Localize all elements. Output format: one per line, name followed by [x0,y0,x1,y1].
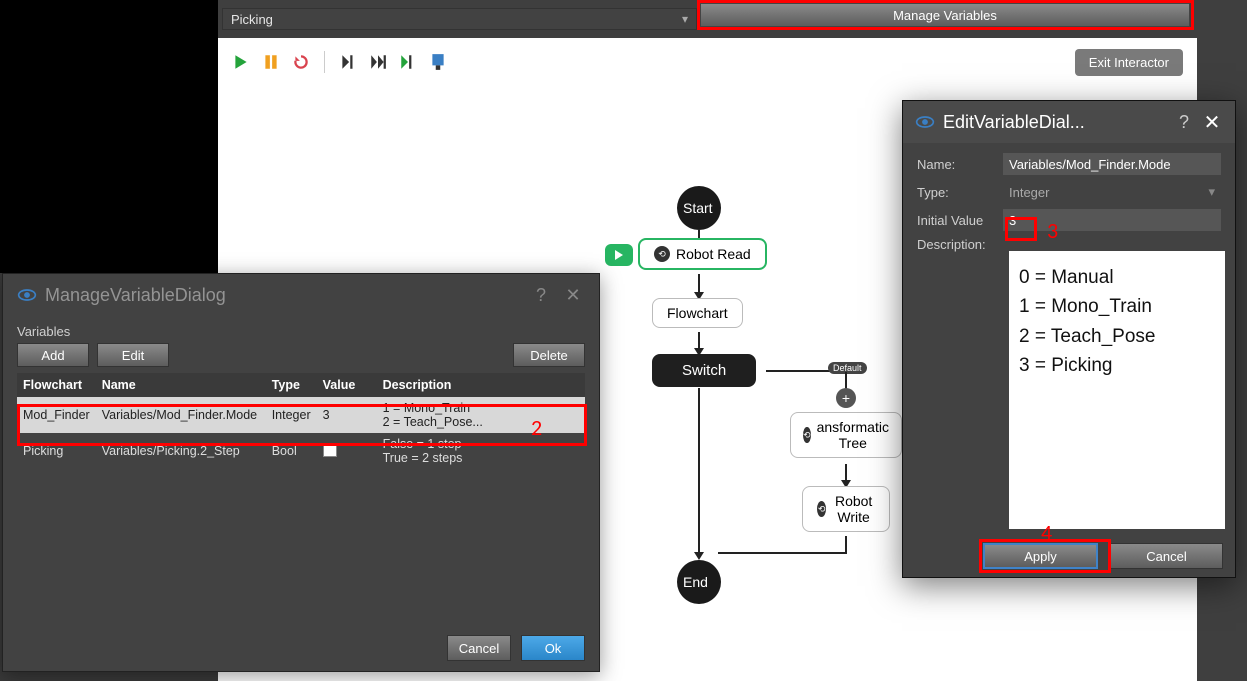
pause-icon[interactable] [262,53,280,71]
step-play-icon[interactable] [399,53,417,71]
flow-connector [698,388,700,554]
description-textarea[interactable]: 0 = Manual 1 = Mono_Train 2 = Teach_Pose… [1009,251,1225,529]
edit-button[interactable]: Edit [97,343,169,367]
flow-start-node[interactable]: Start [677,186,721,230]
close-icon[interactable]: ✕ [1201,110,1223,135]
edit-variable-dialog: EditVariableDial... ? ✕ Name: Variables/… [902,100,1236,578]
flow-connector [698,274,700,294]
manage-variable-dialog: ManageVariableDialog ? ✕ Variables Add E… [2,273,600,672]
flowchart-select-value: Picking [231,12,273,27]
restart-icon[interactable] [292,53,310,71]
dialog-titlebar[interactable]: EditVariableDial... ? ✕ [903,101,1235,143]
table-row[interactable]: Picking Variables/Picking.2_Step Bool Fa… [17,433,585,469]
current-step-icon [605,244,633,266]
apply-button[interactable]: Apply [983,543,1098,569]
node-icon: ⟲ [654,246,670,262]
dialog-body: Variables Add Edit Delete Flowchart Name… [3,316,599,469]
initial-value-label: Initial Value [917,213,1003,228]
flow-end-node[interactable]: End [677,560,721,604]
toolbar: Exit Interactor [218,38,1197,86]
help-icon[interactable]: ? [1175,112,1193,133]
col-flowchart[interactable]: Flowchart [17,373,96,397]
app-icon [17,285,37,305]
flow-node-flowchart[interactable]: Flowchart [652,298,743,328]
flow-node-robot-write[interactable]: ⟲ Robot Write [802,486,890,532]
exit-interactor-button[interactable]: Exit Interactor [1075,49,1183,76]
checkbox[interactable] [323,443,337,457]
dialog-titlebar[interactable]: ManageVariableDialog ? ✕ [3,274,599,316]
close-icon[interactable]: ✕ [561,285,585,306]
dialog-title: EditVariableDial... [943,112,1085,133]
delete-button[interactable]: Delete [513,343,585,367]
table-row[interactable]: Mod_Finder Variables/Mod_Finder.Mode Int… [17,397,585,433]
col-type[interactable]: Type [266,373,317,397]
node-icon: ⟲ [803,427,811,443]
variables-section-label: Variables [17,324,585,339]
variables-table: Flowchart Name Type Value Description Mo… [17,373,585,469]
chevron-down-icon: ▾ [682,12,688,26]
add-branch-button[interactable]: + [836,388,856,408]
initial-value-input[interactable]: 3 [1003,209,1221,231]
flowchart-select[interactable]: Picking ▾ [222,8,697,30]
play-icon[interactable] [232,53,250,71]
app-icon [915,112,935,132]
type-select[interactable]: Integer▾ [1003,181,1221,203]
col-value[interactable]: Value [317,373,377,397]
flow-connector [718,552,846,554]
default-branch-label: Default [828,362,867,374]
left-panel-empty [0,0,218,273]
col-name[interactable]: Name [96,373,266,397]
step-next-icon[interactable] [339,53,357,71]
type-label: Type: [917,185,1003,200]
name-label: Name: [917,157,1003,172]
description-label: Description: [917,237,1003,252]
step-skip-icon[interactable] [369,53,387,71]
chevron-down-icon: ▾ [1208,184,1215,200]
dialog-body: Name: Variables/Mod_Finder.Mode Type: In… [903,143,1235,268]
help-icon[interactable]: ? [529,285,553,306]
arrow-down-icon [694,552,704,560]
name-field[interactable]: Variables/Mod_Finder.Mode [1003,153,1221,175]
flow-node-ansformatic-tree[interactable]: ⟲ ansformatic Tree [790,412,902,458]
add-button[interactable]: Add [17,343,89,367]
breakpoint-icon[interactable] [429,53,447,71]
cancel-button[interactable]: Cancel [1110,543,1223,569]
node-icon: ⟲ [817,501,826,517]
col-description[interactable]: Description [377,373,585,397]
separator [324,51,325,73]
flow-node-switch[interactable]: Switch [652,354,756,387]
dialog-title: ManageVariableDialog [45,285,226,306]
ok-button[interactable]: Ok [521,635,585,661]
cancel-button[interactable]: Cancel [447,635,511,661]
flow-node-robot-read[interactable]: ⟲ Robot Read [638,238,767,270]
manage-variables-button[interactable]: Manage Variables [700,3,1190,27]
